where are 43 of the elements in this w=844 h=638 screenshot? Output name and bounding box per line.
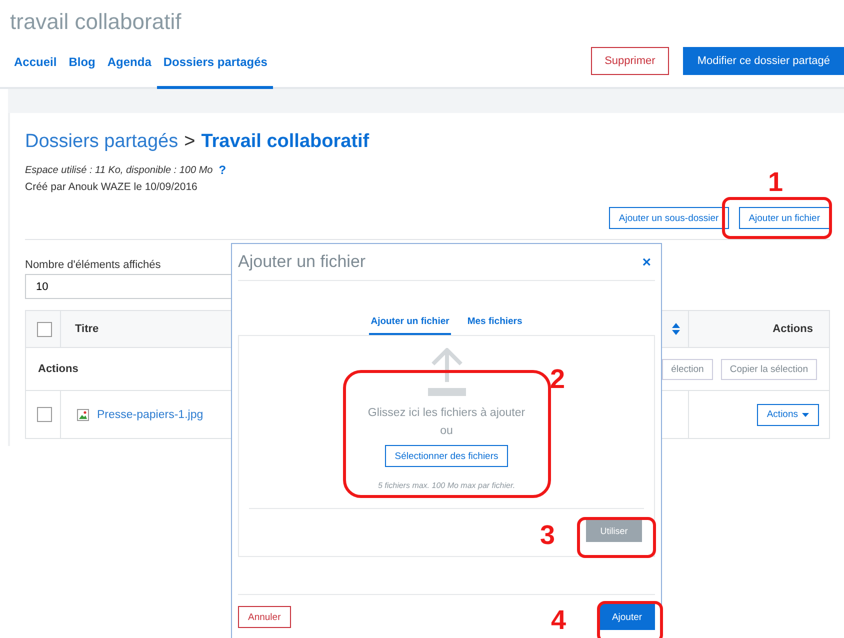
breadcrumb-item[interactable]: Dossiers partagés	[25, 131, 178, 153]
file-link[interactable]: Presse-papiers-1.jpg	[97, 408, 204, 420]
select-files-button[interactable]: Sélectionner des fichiers	[384, 445, 508, 467]
edit-button[interactable]: Modifier ce dossier partagé	[683, 47, 844, 75]
checkbox[interactable]	[37, 322, 52, 336]
nav-tab[interactable]: Blog	[62, 49, 102, 89]
breadcrumb-item: Travail collaboratif	[201, 131, 370, 153]
caret-icon	[802, 412, 809, 416]
checkbox[interactable]	[37, 407, 52, 422]
dialog-tab[interactable]: Ajouter un fichier	[368, 316, 452, 335]
copy-selection-button[interactable]: Copier la sélection	[720, 358, 817, 380]
site-title: travail collaboratif	[9, 8, 182, 36]
add-subfolder-button[interactable]: Ajouter un sous-dossier	[608, 207, 729, 229]
storage-info: Espace utilisé : 11 Ko, disponible : 100 Mo	[25, 164, 213, 176]
step-number: 1	[768, 167, 784, 198]
step-number: 4	[551, 605, 566, 636]
selection-button[interactable]: élection	[662, 358, 713, 380]
upload-icon	[426, 348, 466, 396]
cancel-button[interactable]: Annuler	[238, 606, 291, 628]
help-icon[interactable]: ?	[218, 163, 226, 177]
limits-note: 5 fichiers max. 100 Mo max par fichier.	[378, 481, 516, 490]
column-header: Actions	[772, 323, 813, 335]
dialog-tab[interactable]: Mes fichiers	[465, 316, 524, 335]
column-header: Titre	[75, 323, 99, 335]
highlight-frame	[597, 601, 663, 638]
drop-instructions: Glissez ici les fichiers à ajouter	[368, 406, 526, 421]
nav-tab[interactable]: Accueil	[8, 49, 63, 89]
breadcrumb-separator: >	[184, 131, 196, 153]
image-file-icon	[77, 408, 89, 420]
or-label: ou	[440, 424, 453, 439]
step-number: 3	[540, 520, 556, 551]
creation-info: Créé par Anouk WAZE le 10/09/2016	[25, 181, 198, 193]
add-file-button[interactable]: Ajouter un fichier	[738, 207, 830, 229]
actions-dropdown[interactable]: Actions	[756, 404, 819, 426]
close-icon[interactable]: ×	[642, 254, 651, 270]
row-label: Actions	[38, 363, 78, 375]
step-number: 2	[550, 364, 566, 395]
dialog-title: Ajouter un fichier	[238, 252, 366, 272]
delete-button[interactable]: Supprimer	[590, 47, 670, 75]
page-size-label: Nombre d'éléments affichés	[25, 259, 161, 271]
add-button[interactable]: Ajouter	[599, 604, 655, 630]
sort-icon[interactable]	[672, 323, 680, 335]
nav-tab[interactable]: Agenda	[101, 49, 158, 89]
